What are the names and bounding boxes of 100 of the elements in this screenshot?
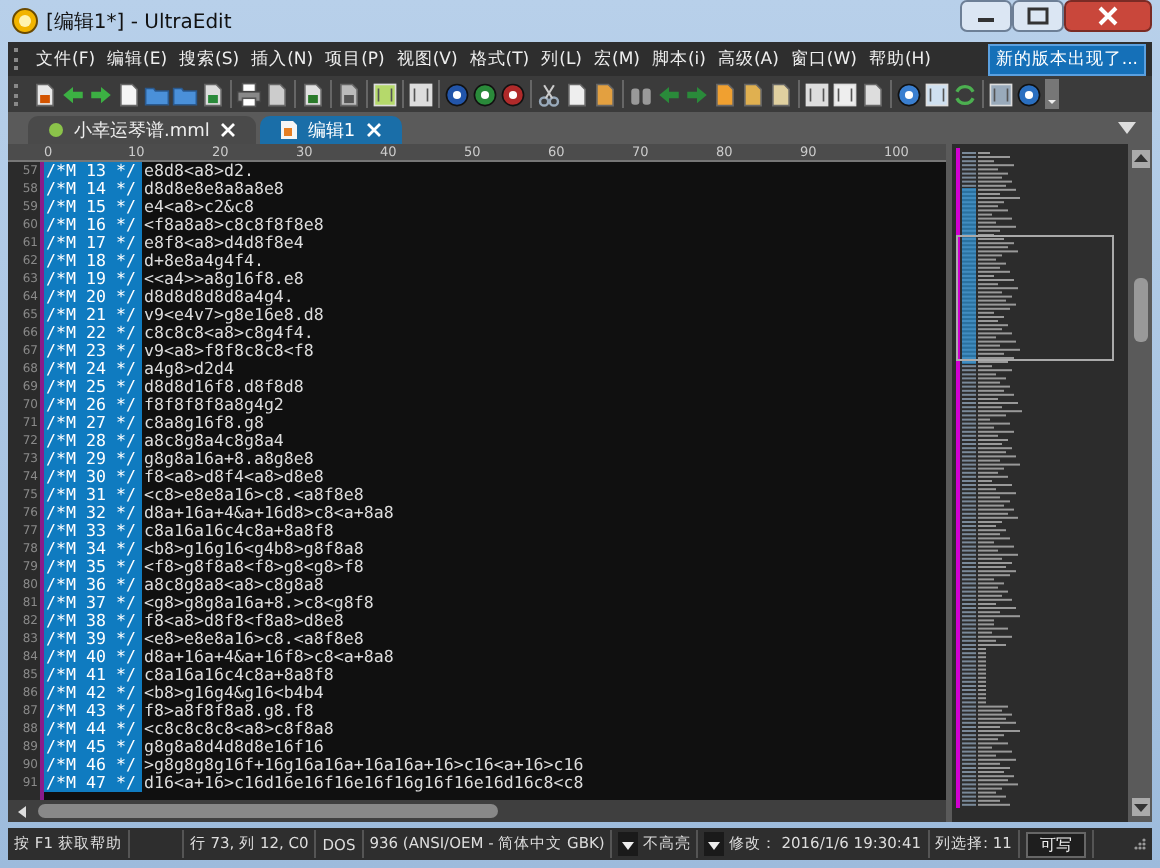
menu-item[interactable]: 项目(P) <box>319 47 391 71</box>
document-icon[interactable] <box>768 81 794 107</box>
menu-item[interactable]: 搜索(S) <box>173 47 246 71</box>
scrollbar-thumb[interactable] <box>1133 278 1147 342</box>
code-line: f8f8f8f8a8g4g2 <box>142 396 284 414</box>
code-line: a8c8g8a8<a8>c8g8a8 <box>142 576 324 594</box>
code-line: c8a16a16c4c8a+8a8f8 <box>142 522 334 540</box>
selected-text: /*M 26 */ <box>44 396 142 414</box>
selected-text: /*M 29 */ <box>44 450 142 468</box>
code-line: d16<a+16>c16d16e16f16e16f16g16f16e16d16c8<c8 <box>142 774 584 792</box>
selected-text: /*M 39 */ <box>44 630 142 648</box>
vertical-scrollbar[interactable] <box>1128 144 1152 822</box>
resize-grip-icon[interactable] <box>1132 836 1148 852</box>
scroll-down-icon[interactable] <box>1131 798 1149 816</box>
code-line: f8<a8>d8f4<a8>d8e8 <box>142 468 324 486</box>
menu-item[interactable]: 窗口(W) <box>784 47 863 71</box>
code-line: <f8a8a8>c8c8f8f8e8 <box>142 216 324 234</box>
panel-icon[interactable] <box>924 81 950 107</box>
selected-text: /*M 36 */ <box>44 576 142 594</box>
document-icon[interactable] <box>32 81 58 107</box>
selected-text: /*M 32 */ <box>44 504 142 522</box>
document-icon[interactable] <box>712 81 738 107</box>
document-icon[interactable] <box>740 81 766 107</box>
file-tab[interactable]: 编辑1 <box>259 116 402 144</box>
selected-text: /*M 41 */ <box>44 666 142 684</box>
panel-icon[interactable] <box>408 81 434 107</box>
scissors-icon[interactable] <box>536 81 562 107</box>
arrow-left-icon[interactable] <box>656 81 682 107</box>
menu-item[interactable]: 插入(N) <box>245 47 320 71</box>
code-line: d8a+16a+4&a+16f8>c8<a+8a8 <box>142 648 394 666</box>
printer-icon[interactable] <box>236 81 262 107</box>
selected-text: /*M 42 */ <box>44 684 142 702</box>
minimap-drawing[interactable] <box>956 148 1116 808</box>
selected-text: /*M 33 */ <box>44 522 142 540</box>
toolbar-overflow-icon[interactable] <box>1044 78 1060 110</box>
document-icon <box>279 120 298 140</box>
panel-icon[interactable] <box>804 81 830 107</box>
selected-text: /*M 43 */ <box>44 702 142 720</box>
code-line: e8f8<a8>d4d8f8e4 <box>142 234 304 252</box>
document-icon[interactable] <box>300 81 326 107</box>
write-mode-button[interactable]: 可写 <box>1025 831 1086 857</box>
code-line: f8>a8f8f8a8.g8.f8 <box>142 702 314 720</box>
panel-icon[interactable] <box>832 81 858 107</box>
arrow-right-icon[interactable] <box>88 81 114 107</box>
code-line: d8d8d16f8.d8f8d8 <box>142 378 304 396</box>
selected-text: /*M 30 */ <box>44 468 142 486</box>
document-icon[interactable] <box>116 81 142 107</box>
selected-text: /*M 14 */ <box>44 180 142 198</box>
document-icon[interactable] <box>592 81 618 107</box>
document-icon[interactable] <box>200 81 226 107</box>
menu-item[interactable]: 脚本(i) <box>645 47 712 71</box>
selected-text: /*M 46 */ <box>44 756 142 774</box>
panel-icon[interactable] <box>372 81 398 107</box>
menu-item[interactable]: 格式(T) <box>463 47 536 71</box>
round-badge-icon[interactable] <box>896 81 922 107</box>
scrollbar-thumb[interactable] <box>38 804 498 818</box>
code-line: e4<a8>c2&c8 <box>142 198 254 216</box>
menu-item[interactable]: 文件(F) <box>30 47 102 71</box>
code-line: c8c8c8<a8>c8g4f4. <box>142 324 314 342</box>
code-line: >g8g8g8g16f+16g16a16a+16a16a+16>c16<a+16>c16 <box>142 756 584 774</box>
menu-item[interactable]: 列(L) <box>535 47 588 71</box>
menu-item[interactable]: 视图(V) <box>390 47 464 71</box>
maximize-icon[interactable] <box>1012 0 1064 32</box>
selected-text: /*M 31 */ <box>44 486 142 504</box>
round-badge-icon[interactable] <box>472 81 498 107</box>
code-line: <e8>e8e8a16>c8.<a8f8e8 <box>142 630 364 648</box>
horizontal-scrollbar[interactable] <box>8 800 946 822</box>
scroll-up-icon[interactable] <box>1131 150 1149 168</box>
menu-item[interactable]: 宏(M) <box>588 47 646 71</box>
selected-text: /*M 13 */ <box>44 162 142 180</box>
selected-text: /*M 20 */ <box>44 288 142 306</box>
menu-item[interactable]: 编辑(E) <box>101 47 174 71</box>
menu-item[interactable]: 高级(A) <box>711 47 785 71</box>
selected-text: /*M 22 */ <box>44 324 142 342</box>
panel-icon[interactable] <box>988 81 1014 107</box>
selected-text: /*M 35 */ <box>44 558 142 576</box>
code-line: c8a8g16f8.g8 <box>142 414 264 432</box>
code-line: c8a16a16c4c8a+8a8f8 <box>142 666 334 684</box>
arrow-right-icon[interactable] <box>684 81 710 107</box>
close-icon[interactable] <box>1064 0 1152 32</box>
document-icon[interactable] <box>564 81 590 107</box>
update-notice-button[interactable]: 新的版本出现了... <box>987 43 1146 75</box>
code-line: <g8>g8g8a16a+8.>c8<g8f8 <box>142 594 374 612</box>
code-line: f8<a8>d8f8<f8a8>d8e8 <box>142 612 344 630</box>
document-icon[interactable] <box>860 81 886 107</box>
code-line: <c8>e8e8a16>c8.<a8f8e8 <box>142 486 364 504</box>
minimize-icon[interactable] <box>960 0 1012 32</box>
round-badge-icon[interactable] <box>1016 81 1042 107</box>
selected-text: /*M 23 */ <box>44 342 142 360</box>
arrow-left-icon[interactable] <box>60 81 86 107</box>
menu-item[interactable]: 帮助(H) <box>862 47 937 71</box>
document-icon[interactable] <box>264 81 290 107</box>
code-line: g8g8a8d4d8d8e16f16 <box>142 738 324 756</box>
round-badge-icon[interactable] <box>444 81 470 107</box>
refresh-icon[interactable] <box>952 81 978 107</box>
file-tab[interactable]: 小幸运琴谱.mml <box>28 116 256 144</box>
document-icon[interactable] <box>336 81 362 107</box>
round-badge-icon[interactable] <box>500 81 526 107</box>
window-title: [编辑1*] - UltraEdit <box>46 9 232 35</box>
selected-text: /*M 47 */ <box>44 774 142 792</box>
